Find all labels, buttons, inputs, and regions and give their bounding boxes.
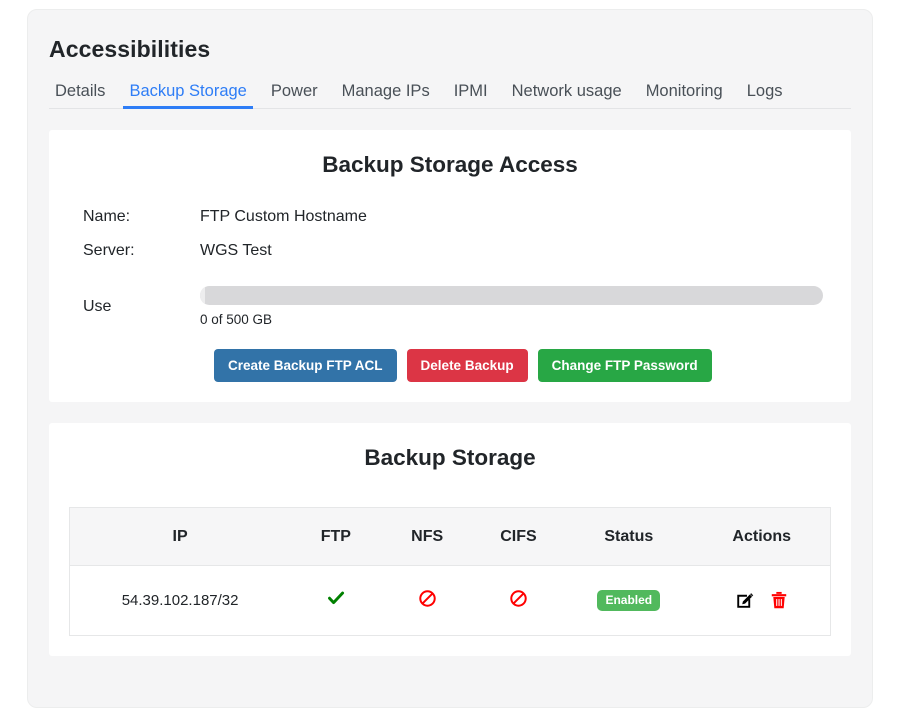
status-badge: Enabled — [597, 589, 661, 611]
delete-backup-button[interactable]: Delete Backup — [406, 348, 528, 383]
delete-icon[interactable] — [770, 591, 788, 610]
tab-backup-storage[interactable]: Backup Storage — [117, 83, 258, 109]
table-header-row: IP FTP NFS CIFS Status Actions — [69, 507, 831, 567]
column-header-cifs: CIFS — [472, 507, 565, 567]
field-name-label: Name: — [83, 207, 131, 225]
table-row: 54.39.102.187/32 Enabled — [69, 565, 831, 636]
storage-usage-progressbar — [200, 285, 823, 305]
column-header-actions: Actions — [693, 507, 831, 567]
field-server-value: WGS Test — [200, 241, 272, 259]
cell-ip: 54.39.102.187/32 — [69, 565, 291, 636]
disabled-block-icon — [509, 589, 528, 608]
tab-monitoring[interactable]: Monitoring — [634, 83, 735, 109]
tab-bar: Details Backup Storage Power Manage IPs … — [49, 76, 851, 109]
tab-power[interactable]: Power — [259, 83, 330, 109]
cell-actions — [693, 565, 831, 636]
backup-storage-table-card: Backup Storage IP FTP NFS CIFS Status Ac… — [49, 423, 851, 657]
field-server-label: Server: — [83, 241, 135, 259]
field-server-row: Server: WGS Test — [69, 242, 831, 260]
access-actions: Create Backup FTP ACL Delete Backup Chan… — [69, 348, 831, 383]
disabled-block-icon — [418, 589, 437, 608]
enabled-check-icon — [326, 588, 346, 608]
column-header-ftp: FTP — [290, 507, 382, 567]
cell-status: Enabled — [564, 565, 694, 636]
tab-network-usage[interactable]: Network usage — [500, 83, 634, 109]
tab-details[interactable]: Details — [49, 83, 117, 109]
field-name-value: FTP Custom Hostname — [200, 207, 367, 225]
storage-card-title: Backup Storage — [364, 445, 536, 471]
usage-row: Use 0 of 500 GB — [69, 285, 831, 327]
backup-storage-table: IP FTP NFS CIFS Status Actions 54.39.102… — [69, 507, 831, 637]
create-backup-ftp-acl-button[interactable]: Create Backup FTP ACL — [214, 348, 397, 383]
tab-manage-ips[interactable]: Manage IPs — [330, 83, 442, 109]
column-header-status: Status — [564, 507, 694, 567]
progress-fill — [200, 285, 205, 305]
tab-ipmi[interactable]: IPMI — [442, 83, 500, 109]
column-header-nfs: NFS — [381, 507, 473, 567]
tab-logs[interactable]: Logs — [735, 83, 795, 109]
accessibilities-panel: Accessibilities Details Backup Storage P… — [27, 9, 873, 708]
usage-label: Use — [83, 297, 112, 315]
cell-nfs — [381, 565, 473, 636]
change-ftp-password-button[interactable]: Change FTP Password — [537, 348, 712, 383]
usage-caption: 0 of 500 GB — [200, 311, 273, 327]
page-title: Accessibilities — [49, 36, 211, 62]
backup-storage-access-card: Backup Storage Access Name: FTP Custom H… — [49, 129, 851, 403]
field-name-row: Name: FTP Custom Hostname — [69, 208, 831, 226]
access-card-title: Backup Storage Access — [322, 151, 578, 177]
edit-icon[interactable] — [735, 591, 754, 610]
cell-cifs — [472, 565, 565, 636]
cell-ftp — [290, 565, 382, 636]
column-header-ip: IP — [69, 507, 291, 567]
